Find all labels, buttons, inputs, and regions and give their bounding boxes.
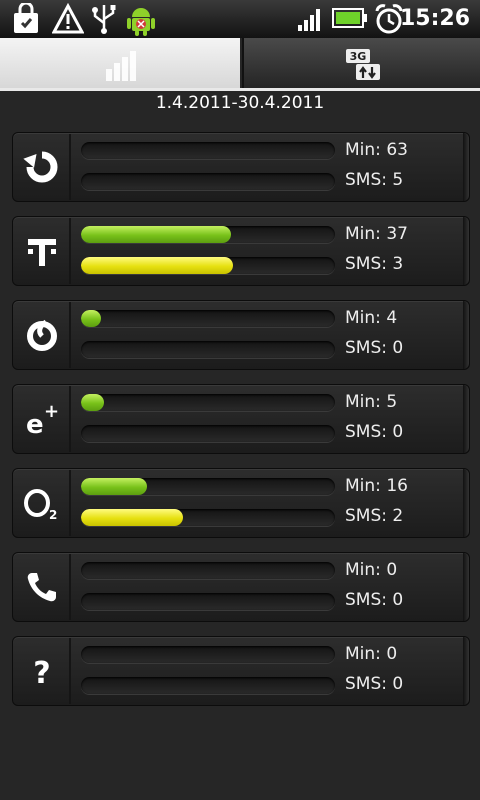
sms-label: SMS: 0: [345, 338, 404, 358]
minutes-label: Min: 37: [345, 224, 408, 244]
sms-value: 3: [392, 254, 404, 274]
sms-value: 5: [392, 170, 404, 190]
operator-row-eplus[interactable]: e + Min: 5 SMS: 0: [12, 384, 470, 454]
minutes-label: Min: 0: [345, 560, 398, 580]
row-icon-cell: 2: [14, 470, 71, 536]
minutes-bar: [81, 310, 335, 327]
row-icon-cell: [14, 302, 71, 368]
o2-icon: 2: [23, 489, 57, 522]
refresh-icon: [22, 151, 57, 183]
minutes-bar: [81, 226, 335, 243]
sms-label: SMS: 2: [345, 506, 404, 526]
status-bar: 15:26: [0, 0, 480, 38]
sms-value: 0: [392, 422, 404, 442]
minutes-bar-fill: [81, 226, 231, 243]
operator-row-o2[interactable]: 2 Min: 16 SMS: 2: [12, 468, 470, 538]
minutes-label: Min: 4: [345, 308, 398, 328]
sms-label: SMS: 0: [345, 422, 404, 442]
minutes-value: 37: [386, 224, 408, 244]
battery-icon: [332, 8, 367, 28]
3g-data-icon: 3G: [346, 49, 380, 80]
vodafone-icon: [26, 319, 57, 351]
usb-icon: [92, 5, 116, 34]
android-bug-icon: [127, 8, 155, 36]
minutes-bar-fill: [81, 478, 148, 495]
sms-bar: [81, 425, 335, 442]
unknown-icon: ?: [33, 656, 50, 689]
sms-value: 0: [392, 338, 404, 358]
minutes-value: 4: [386, 308, 398, 328]
tab-bar: 3G: [0, 38, 480, 90]
sms-bar: [81, 677, 335, 694]
svg-text:?: ?: [33, 656, 50, 689]
minutes-value: 16: [386, 476, 408, 496]
signal-icon: [298, 9, 320, 31]
tab-3g-data[interactable]: 3G: [242, 38, 480, 90]
minutes-bar: [81, 646, 335, 663]
bar-chart-icon: [106, 51, 136, 81]
sms-bar-fill: [81, 509, 183, 526]
operator-row-unknown[interactable]: ? Min: 0 SMS: 0: [12, 636, 470, 706]
tab-statistics[interactable]: [0, 38, 240, 90]
row-edge: [463, 133, 469, 201]
period-label: 1.4.2011-30.4.2011: [155, 93, 325, 113]
operator-row-vodafone[interactable]: Min: 4 SMS: 0: [12, 300, 470, 370]
operator-row-refresh[interactable]: Min: 63 SMS: 5: [12, 132, 470, 202]
row-icon-cell: ?: [14, 638, 71, 704]
sms-bar: [81, 593, 335, 610]
minutes-label: Min: 0: [345, 644, 398, 664]
shopping-bag-icon: [14, 3, 38, 33]
eplus-icon: e +: [26, 401, 59, 439]
sms-label: SMS: 5: [345, 170, 404, 190]
minutes-label: Min: 5: [345, 392, 398, 412]
warning-icon: [52, 3, 84, 34]
minutes-value: 5: [386, 392, 398, 412]
minutes-label: Min: 63: [345, 140, 408, 160]
row-icon-cell: [14, 218, 71, 284]
minutes-bar: [81, 478, 335, 495]
sms-bar: [81, 173, 335, 190]
clock: 15:26: [399, 6, 470, 31]
svg-text:+: +: [44, 401, 59, 422]
minutes-value: 63: [386, 140, 408, 160]
tab-indicator: [0, 88, 480, 91]
row-edge: [463, 385, 469, 453]
minutes-bar: [81, 142, 335, 159]
t-mobile-icon: [27, 239, 56, 266]
sms-value: 0: [392, 590, 404, 610]
minutes-bar-fill: [81, 394, 104, 411]
minutes-bar: [81, 562, 335, 579]
sms-bar: [81, 341, 335, 358]
sms-bar-fill: [81, 257, 234, 274]
minutes-value: 0: [386, 560, 398, 580]
sms-label: SMS: 0: [345, 674, 404, 694]
row-icon-cell: [14, 554, 71, 620]
sms-bar: [81, 509, 335, 526]
sms-value: 2: [392, 506, 404, 526]
svg-text:3G: 3G: [350, 50, 367, 63]
row-icon-cell: e +: [14, 386, 71, 452]
operator-row-t-mobile[interactable]: Min: 37 SMS: 3: [12, 216, 470, 286]
row-edge: [463, 217, 469, 285]
minutes-bar-fill: [81, 310, 102, 327]
row-edge: [463, 301, 469, 369]
row-icon-cell: [14, 134, 71, 200]
sms-label: SMS: 0: [345, 590, 404, 610]
row-edge: [463, 637, 469, 705]
sms-bar: [81, 257, 335, 274]
svg-text:2: 2: [49, 508, 57, 522]
row-edge: [463, 469, 469, 537]
phone-icon: [27, 573, 56, 602]
row-edge: [463, 553, 469, 621]
operator-row-phone[interactable]: Min: 0 SMS: 0: [12, 552, 470, 622]
svg-text:e: e: [26, 410, 44, 439]
minutes-label: Min: 16: [345, 476, 408, 496]
minutes-value: 0: [386, 644, 398, 664]
sms-label: SMS: 3: [345, 254, 404, 274]
minutes-bar: [81, 394, 335, 411]
sms-value: 0: [392, 674, 404, 694]
